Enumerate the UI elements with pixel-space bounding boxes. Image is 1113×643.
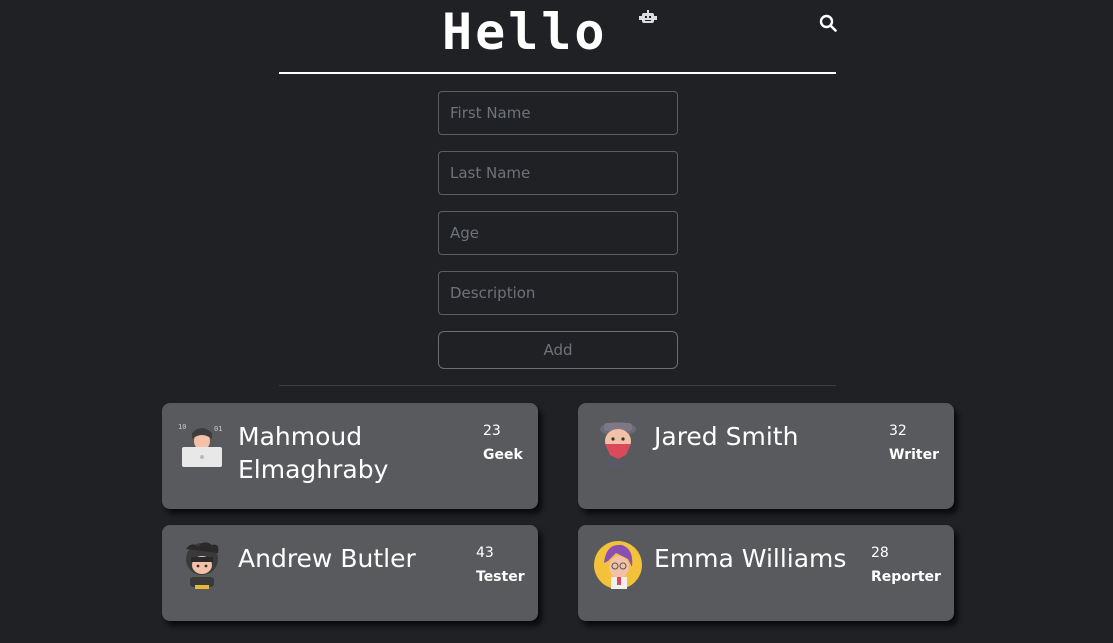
person-age: 23 — [483, 423, 501, 439]
hacker-avatar-icon: 10 01 — [178, 419, 222, 467]
person-card[interactable]: Andrew Butler 43 Tester — [162, 525, 538, 621]
robot-icon — [639, 10, 657, 23]
header: Hello — [279, 0, 837, 75]
header-divider — [279, 72, 836, 74]
person-card[interactable]: 10 01 Mahmoud Elmaghraby 23 Geek — [162, 403, 538, 509]
person-age: 43 — [476, 545, 494, 561]
last-name-input[interactable] — [438, 151, 678, 195]
person-name: Emma Williams — [654, 544, 847, 573]
description-input[interactable] — [438, 271, 678, 315]
bandit-avatar-icon — [600, 422, 636, 469]
person-name: Andrew Butler — [238, 544, 416, 573]
woman-avatar-icon — [594, 541, 642, 589]
add-button[interactable]: Add — [438, 331, 678, 369]
person-card[interactable]: Emma Williams 28 Reporter — [578, 525, 954, 621]
page-title: Hello — [442, 3, 608, 61]
first-name-input[interactable] — [438, 91, 678, 135]
svg-text:01: 01 — [214, 425, 222, 433]
person-role: Reporter — [871, 569, 941, 585]
person-role: Tester — [476, 569, 525, 585]
person-card[interactable]: Jared Smith 32 Writer — [578, 403, 954, 509]
section-divider — [279, 385, 836, 386]
person-role: Geek — [483, 447, 523, 463]
person-age: 28 — [871, 545, 889, 561]
ninja-avatar-icon — [186, 542, 219, 589]
age-input[interactable] — [438, 211, 678, 255]
add-person-form: Add — [438, 91, 678, 369]
search-icon[interactable] — [819, 14, 837, 32]
person-age: 32 — [889, 423, 907, 439]
person-name: Jared Smith — [654, 422, 799, 451]
person-role: Writer — [889, 447, 939, 463]
person-name: Mahmoud Elmaghraby — [238, 422, 389, 484]
svg-text:10: 10 — [178, 423, 186, 431]
